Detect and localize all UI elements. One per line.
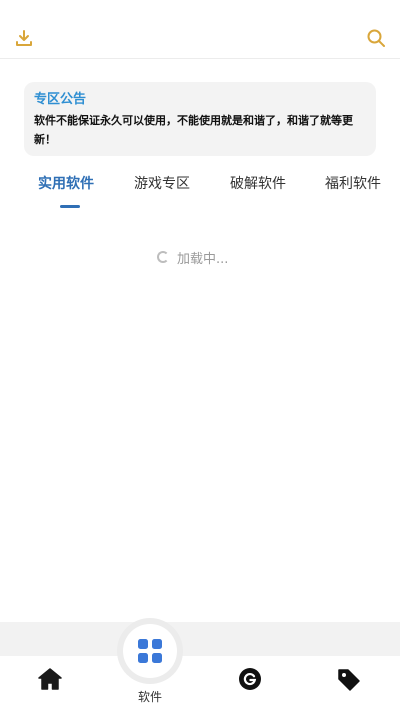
tab-cracked-software[interactable]: 破解软件 [230,172,286,196]
active-tab-indicator [60,205,80,208]
home-icon [38,668,62,690]
download-button[interactable] [12,26,36,50]
tag-icon [338,669,360,691]
loading-text: 加载中... [177,251,229,267]
top-bar [0,0,400,59]
download-icon [16,30,32,46]
tab-utility-software[interactable]: 实用软件 [38,172,94,196]
bottom-nav-shadow [0,622,400,656]
g-icon [239,668,261,690]
announcement-card: 专区公告 软件不能保证永久可以使用，不能使用就是和谐了，和谐了就等更新！ [24,82,376,156]
grid-icon [138,639,162,663]
tab-welfare-software[interactable]: 福利软件 [325,172,381,196]
search-button[interactable] [364,26,388,50]
nav-g[interactable] [238,667,262,691]
nav-tag[interactable] [336,667,362,693]
nav-software-label: 软件 [137,690,162,704]
search-icon [367,29,385,47]
announcement-text: 软件不能保证永久可以使用，不能使用就是和谐了，和谐了就等更新！ [34,114,353,146]
loading-spinner-icon [157,251,169,263]
announcement-title: 专区公告 [34,92,87,107]
loading-indicator: 加载中... [157,247,228,267]
tab-game-zone[interactable]: 游戏专区 [134,172,190,196]
nav-home[interactable] [37,667,63,691]
nav-software[interactable] [123,624,177,678]
